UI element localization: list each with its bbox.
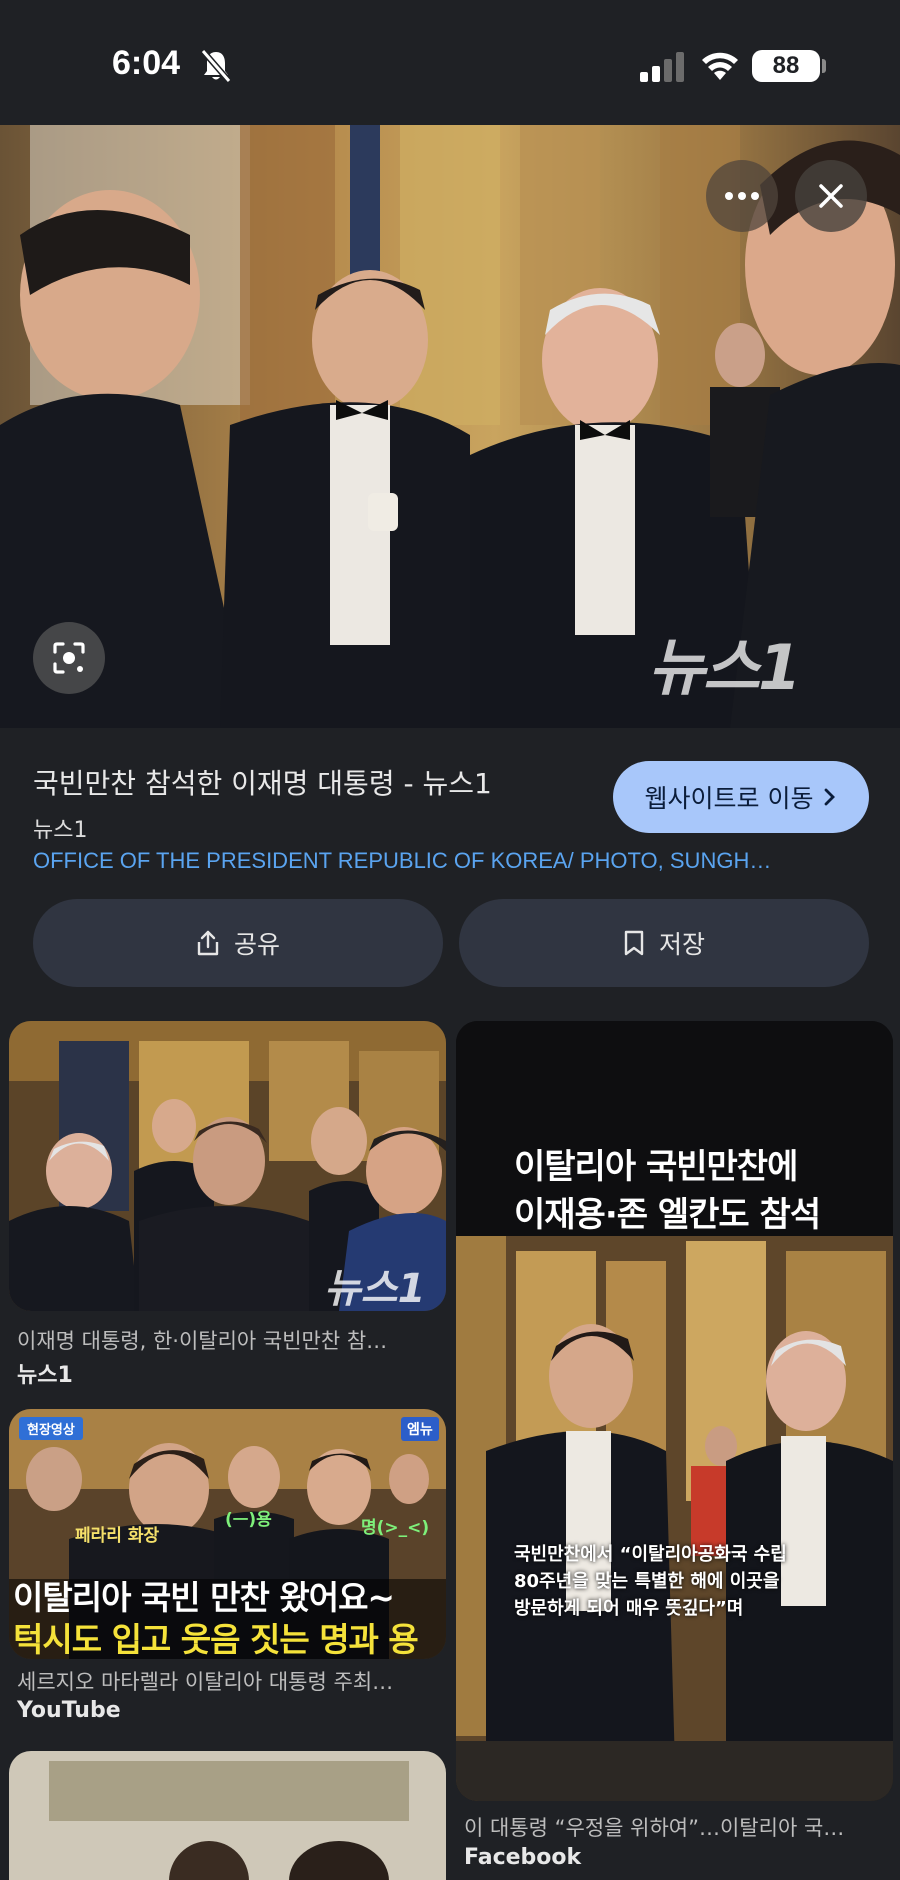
hero-watermark: 뉴스1 bbox=[648, 631, 801, 704]
related-source-2: YouTube bbox=[17, 1698, 121, 1723]
cellular-signal-icon bbox=[640, 52, 684, 82]
result-title[interactable]: 국빈만찬 참석한 이재명 대통령 - 뉴스1 bbox=[33, 762, 492, 802]
status-time: 6:04 bbox=[112, 44, 181, 82]
related-image-4[interactable]: 이탈리아 국빈만찬에 이재용·존 엘칸도 참석 국빈만찬에서 “이탈리아공화국 … bbox=[456, 1021, 893, 1801]
save-label: 저장 bbox=[658, 930, 705, 959]
battery-tip bbox=[822, 59, 826, 73]
bell-slash-icon bbox=[200, 49, 232, 83]
lens-button[interactable] bbox=[33, 622, 105, 694]
more-icon bbox=[725, 192, 759, 200]
more-options-button[interactable] bbox=[706, 160, 778, 232]
result-source: 뉴스1 bbox=[33, 818, 88, 843]
save-button[interactable]: 저장 bbox=[459, 899, 869, 987]
related-caption-1[interactable]: 이재명 대통령, 한·이탈리아 국빈만찬 참… bbox=[17, 1325, 442, 1355]
related-photo-4 bbox=[456, 1021, 893, 1801]
visit-website-label: 웹사이트로 이동 bbox=[644, 784, 814, 813]
related-badge-right-2: 엠뉴 bbox=[401, 1417, 439, 1441]
share-label: 공유 bbox=[233, 930, 280, 959]
hero-image[interactable]: 뉴스1 bbox=[0, 125, 900, 728]
related-photo-3 bbox=[9, 1751, 446, 1880]
wifi-icon bbox=[702, 52, 738, 80]
close-icon bbox=[819, 184, 843, 208]
related-quote2-4: 80주년을 맞는 특별한 해에 이곳을 bbox=[514, 1571, 780, 1592]
related-source-4: Facebook bbox=[464, 1845, 582, 1870]
related-line2-2: 턱시도 입고 웃음 짓는 명과 용 bbox=[13, 1620, 419, 1659]
bookmark-icon bbox=[624, 930, 644, 956]
result-credit: OFFICE OF THE PRESIDENT REPUBLIC OF KORE… bbox=[33, 848, 772, 873]
related-quote1-4: 국빈만찬에서 “이탈리아공화국 수립 bbox=[514, 1544, 787, 1565]
related-source-1: 뉴스1 bbox=[17, 1363, 73, 1388]
related-line1-2: 이탈리아 국빈 만찬 왔어요~ bbox=[13, 1578, 395, 1617]
related-image-1[interactable]: 뉴스1 bbox=[9, 1021, 446, 1311]
related-tag-b-2: (ᅳ)용 bbox=[225, 1510, 272, 1530]
status-bar: 6:04 88 bbox=[0, 0, 900, 125]
related-watermark-1: 뉴스1 bbox=[324, 1266, 426, 1311]
related-tag-a-2: 페라리 화장 bbox=[75, 1526, 160, 1546]
share-icon bbox=[197, 930, 219, 956]
related-badge-left-2: 현장영상 bbox=[19, 1417, 83, 1440]
related-caption-2[interactable]: 세르지오 마타렐라 이탈리아 대통령 주최… bbox=[17, 1666, 442, 1696]
related-caption-4[interactable]: 이 대통령 “우정을 위하여”…이탈리아 국… bbox=[464, 1812, 889, 1842]
visit-website-button[interactable]: 웹사이트로 이동 bbox=[613, 761, 869, 833]
battery-level: 88 bbox=[752, 50, 820, 82]
close-button[interactable] bbox=[795, 160, 867, 232]
related-image-3[interactable] bbox=[9, 1751, 446, 1880]
related-headline1-4: 이탈리아 국빈만찬에 bbox=[514, 1147, 798, 1187]
share-button[interactable]: 공유 bbox=[33, 899, 443, 987]
chevron-right-icon bbox=[825, 788, 836, 806]
related-quote3-4: 방문하게 되어 매우 뜻깊다”며 bbox=[514, 1598, 744, 1619]
related-headline2-4: 이재용·존 엘칸도 참석 bbox=[514, 1195, 821, 1235]
related-tag-c-2: 명(>_<) bbox=[361, 1518, 430, 1538]
related-image-2[interactable]: 현장영상 엠뉴 페라리 화장 (ᅳ)용 명(>_<) 이탈리아 국빈 만찬 왔어… bbox=[9, 1409, 446, 1659]
lens-icon bbox=[53, 642, 85, 674]
